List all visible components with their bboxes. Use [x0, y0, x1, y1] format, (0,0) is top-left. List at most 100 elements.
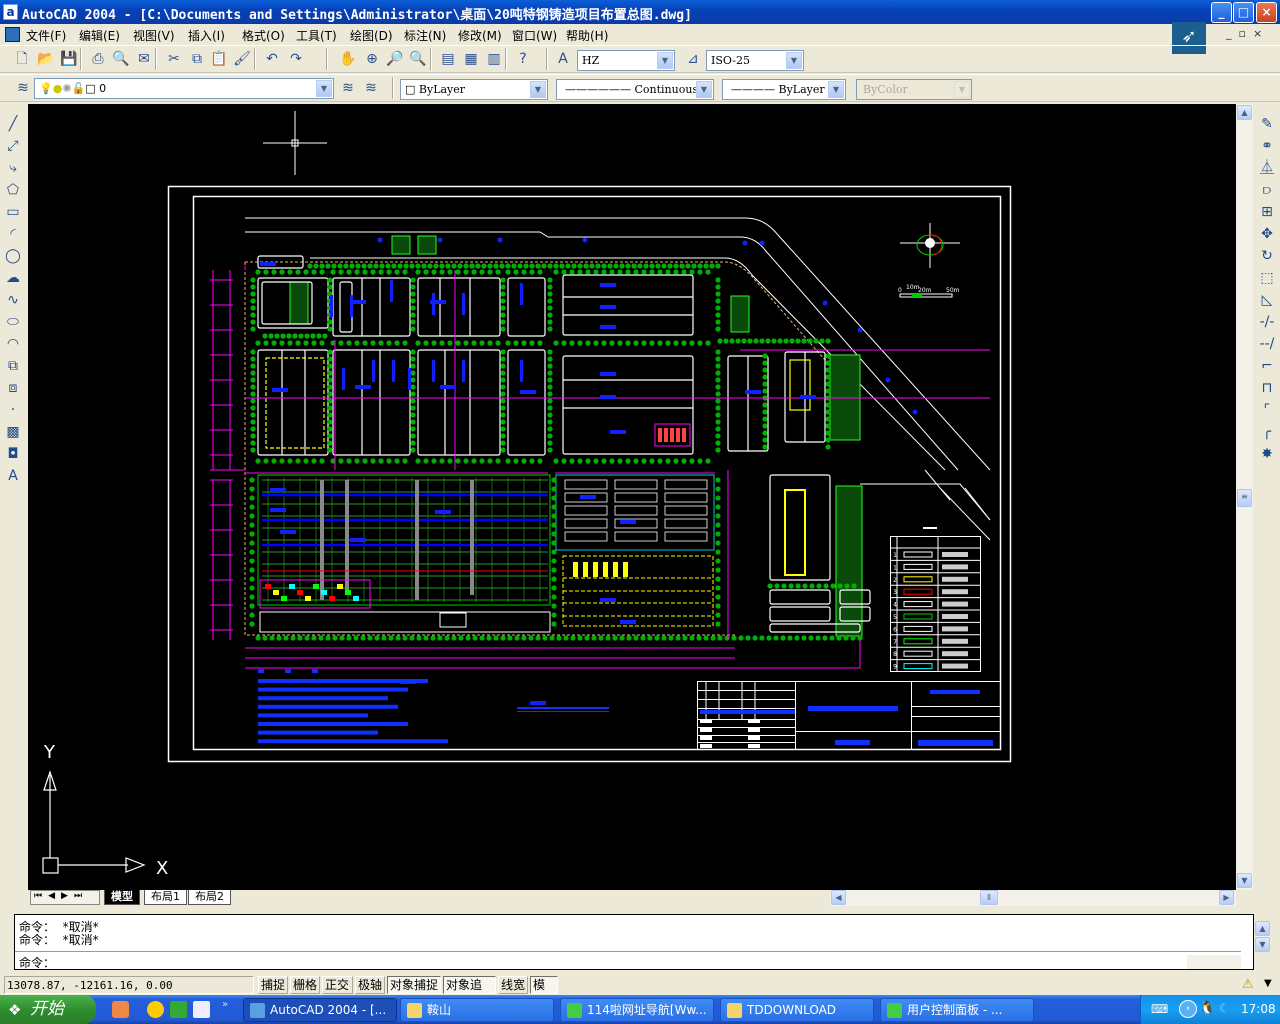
- lock-icon[interactable]: 🔓: [72, 82, 86, 95]
- layer-previous-icon[interactable]: ≋: [361, 78, 381, 98]
- lightbulb-icon[interactable]: 💡: [39, 82, 53, 95]
- quicklaunch-more-icon[interactable]: »: [222, 999, 228, 1010]
- taskbar-item[interactable]: 114啦网址导航[Ww...: [560, 998, 714, 1022]
- design-center-icon[interactable]: ▦: [461, 49, 481, 69]
- command-prompt-input[interactable]: 命令：: [19, 954, 55, 971]
- clock[interactable]: 17:08: [1241, 1002, 1276, 1016]
- rotate-icon[interactable]: ↻: [1257, 246, 1277, 266]
- tab-layout1[interactable]: 布局1: [144, 890, 187, 905]
- spline-icon[interactable]: ∿: [3, 290, 23, 310]
- offset-icon[interactable]: ⫐: [1257, 180, 1277, 200]
- circle-icon[interactable]: ◯: [3, 246, 23, 266]
- scroll-up-button[interactable]: ▲: [1237, 105, 1252, 120]
- match-properties-icon[interactable]: 🖌: [232, 49, 252, 69]
- undo-icon[interactable]: ↶: [262, 49, 282, 69]
- redo-icon[interactable]: ↷: [286, 49, 306, 69]
- menu-window[interactable]: 窗口(W): [512, 27, 557, 44]
- chevron-down-icon[interactable]: ▼: [657, 52, 673, 69]
- polygon-icon[interactable]: ⬠: [3, 180, 23, 200]
- command-scrollbar[interactable]: ▲ ▼: [1255, 921, 1270, 952]
- layer-manager-icon[interactable]: ≋: [13, 78, 33, 98]
- vertical-scrollbar[interactable]: ▲ ≡ ▼: [1236, 104, 1253, 890]
- explode-icon[interactable]: ✸: [1257, 444, 1277, 464]
- mirror-icon[interactable]: ⏅: [1257, 158, 1277, 178]
- open-icon[interactable]: 📂: [36, 49, 56, 69]
- menu-format[interactable]: 格式(O): [242, 27, 285, 44]
- polyline-icon[interactable]: ⤷: [3, 158, 23, 178]
- taskbar-item[interactable]: 鞍山: [400, 998, 554, 1022]
- extend-icon[interactable]: --/: [1257, 334, 1277, 354]
- scale-icon[interactable]: ⬚: [1257, 268, 1277, 288]
- stretch-icon[interactable]: ◺: [1257, 290, 1277, 310]
- break-at-point-icon[interactable]: ⌐: [1257, 356, 1277, 376]
- command-window[interactable]: 命令： *取消* 命令： *取消* 命令： ▲ ▼: [14, 914, 1270, 971]
- close-button[interactable]: ×: [1256, 2, 1277, 23]
- line-icon[interactable]: ╱: [3, 114, 23, 134]
- status-toggle-1[interactable]: 栅格: [290, 976, 320, 994]
- keyboard-icon[interactable]: ⌨: [1151, 1002, 1168, 1016]
- new-icon[interactable]: 🗋: [12, 49, 32, 69]
- menu-modify[interactable]: 修改(M): [458, 27, 502, 44]
- help-icon[interactable]: ?: [513, 49, 533, 69]
- scroll-up-button[interactable]: ▲: [1255, 921, 1270, 936]
- dimension-style-select[interactable]: ISO-25 ▼: [706, 50, 804, 71]
- tab-navigation-buttons[interactable]: ⏮◀▶⏭: [30, 890, 100, 905]
- insert-block-icon[interactable]: ⧉: [3, 356, 23, 376]
- horizontal-scroll-thumb[interactable]: ⦀: [980, 890, 998, 905]
- copy-icon[interactable]: ⧉: [187, 49, 207, 69]
- tool-palettes-icon[interactable]: ▥: [484, 49, 504, 69]
- multiline-text-icon[interactable]: A: [3, 466, 23, 486]
- status-toggle-3[interactable]: 极轴: [355, 976, 385, 994]
- zoom-realtime-icon[interactable]: ⊕: [362, 49, 382, 69]
- scroll-left-button[interactable]: ◀: [831, 890, 846, 905]
- chevron-down-icon[interactable]: ▼: [828, 81, 844, 98]
- command-hscrollbar[interactable]: [1187, 955, 1241, 969]
- erase-icon[interactable]: ✎: [1257, 114, 1277, 134]
- menu-insert[interactable]: 插入(I): [188, 27, 225, 44]
- menu-help[interactable]: 帮助(H): [566, 27, 608, 44]
- pan-icon[interactable]: ✋: [338, 49, 358, 69]
- dimension-style-icon[interactable]: ⊿: [683, 49, 703, 69]
- arc-icon[interactable]: ◜: [3, 224, 23, 244]
- point-icon[interactable]: ·: [3, 400, 23, 420]
- coordinates-readout[interactable]: 13078.87, -12161.16, 0.00: [4, 976, 254, 994]
- ellipse-icon[interactable]: ⬭: [3, 312, 23, 332]
- trim-icon[interactable]: -/-: [1257, 312, 1277, 332]
- zoom-previous-icon[interactable]: 🔍: [408, 49, 428, 69]
- vertical-scroll-thumb[interactable]: ≡: [1237, 489, 1252, 507]
- status-toggle-5[interactable]: 对象追踪: [443, 976, 496, 1009]
- quicklaunch-media-icon[interactable]: [170, 1001, 187, 1018]
- paste-icon[interactable]: 📋: [209, 49, 229, 69]
- chevron-down-icon[interactable]: ▼: [316, 80, 332, 97]
- start-button[interactable]: ❖ 开始: [0, 995, 96, 1024]
- make-object-layer-current-icon[interactable]: ≋: [338, 78, 358, 98]
- drawing-canvas[interactable]: 0 10m 20m 50m 1 1 2 3 4 5 6 7 8 9 Y X: [28, 104, 1236, 890]
- taskbar-item[interactable]: AutoCAD 2004 - [...: [243, 998, 397, 1022]
- scroll-down-button[interactable]: ▼: [1237, 873, 1252, 888]
- region-icon[interactable]: ◘: [3, 444, 23, 464]
- quicklaunch-add-icon[interactable]: [147, 1001, 164, 1018]
- quicklaunch-list-icon[interactable]: [193, 1001, 210, 1018]
- publish-icon[interactable]: ✉: [134, 49, 154, 69]
- status-toggle-7[interactable]: 模型: [530, 976, 558, 1009]
- status-toggle-4[interactable]: 对象捕捉: [387, 976, 441, 994]
- maximize-button[interactable]: □: [1233, 2, 1254, 23]
- construction-line-icon[interactable]: ⤢: [3, 136, 23, 156]
- autocad-app-icon[interactable]: a: [3, 4, 18, 20]
- menu-file[interactable]: 文件(F): [26, 27, 66, 44]
- network-icon[interactable]: ☾: [1219, 1001, 1230, 1015]
- mdi-window-controls[interactable]: _▫×: [1226, 27, 1278, 42]
- copy-object-icon[interactable]: ⚭: [1257, 136, 1277, 156]
- color-select[interactable]: □ ByLayer ▼: [400, 79, 548, 100]
- chevron-down-icon[interactable]: ▼: [786, 52, 802, 69]
- linetype-select[interactable]: —————— Continuous ▼: [556, 79, 714, 100]
- text-style-select[interactable]: HZ ▼: [577, 50, 675, 71]
- hatch-icon[interactable]: ▩: [3, 422, 23, 442]
- cut-icon[interactable]: ✂: [164, 49, 184, 69]
- print-preview-icon[interactable]: 🔍: [111, 49, 131, 69]
- horizontal-scrollbar[interactable]: ◀ ⦀ ▶: [830, 890, 1236, 906]
- move-icon[interactable]: ✥: [1257, 224, 1277, 244]
- chamfer-icon[interactable]: ⌜: [1257, 400, 1277, 420]
- menu-view[interactable]: 视图(V): [133, 27, 175, 44]
- sun-icon[interactable]: ●: [53, 82, 63, 95]
